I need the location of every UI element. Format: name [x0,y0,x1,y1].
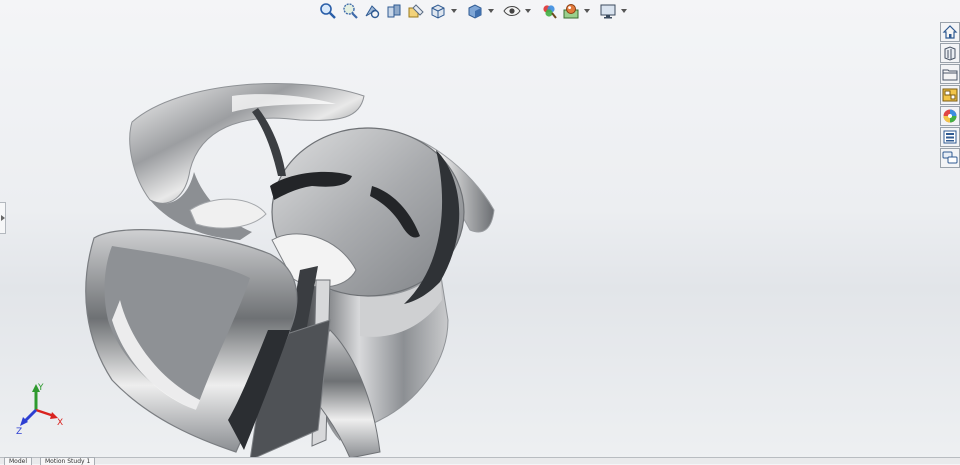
model-impeller[interactable] [0,0,960,464]
view-palette-icon[interactable] [940,85,960,105]
hide-show-items-dropdown[interactable] [524,1,531,21]
home-icon[interactable] [940,22,960,42]
edit-appearance-icon[interactable] [539,1,559,21]
view-orientation-dropdown[interactable] [450,1,457,21]
hide-show-items-icon[interactable] [502,1,522,21]
display-style-icon[interactable] [465,1,485,21]
zoom-to-fit-icon[interactable] [318,1,338,21]
apply-scene-icon[interactable] [561,1,581,21]
triad-z-label: Z [16,427,22,434]
chevron-right-icon [0,215,5,221]
zoom-to-area-icon[interactable] [340,1,360,21]
reference-triad: Y X Z [16,383,63,434]
task-pane-tabs [940,22,960,168]
forum-icon[interactable] [940,148,960,168]
view-settings-icon[interactable] [598,1,618,21]
custom-properties-icon[interactable] [940,127,960,147]
section-view-icon[interactable] [384,1,404,21]
feature-manager-expand-handle[interactable] [0,202,6,234]
view-settings-dropdown[interactable] [620,1,627,21]
heads-up-view-toolbar [318,0,627,22]
appearances-icon[interactable] [940,106,960,126]
view-orientation-icon[interactable] [428,1,448,21]
file-explorer-icon[interactable] [940,64,960,84]
dynamic-annotation-icon[interactable] [406,1,426,21]
triad-y-label: Y [37,383,44,393]
previous-view-icon[interactable] [362,1,382,21]
apply-scene-dropdown[interactable] [583,1,590,21]
bottom-tab-strip: Model Motion Study 1 [0,457,960,465]
design-library-icon[interactable] [940,43,960,63]
triad-x-label: X [57,418,63,428]
graphics-area[interactable]: Y X Z Model Motion Study 1 [0,0,960,465]
display-style-dropdown[interactable] [487,1,494,21]
